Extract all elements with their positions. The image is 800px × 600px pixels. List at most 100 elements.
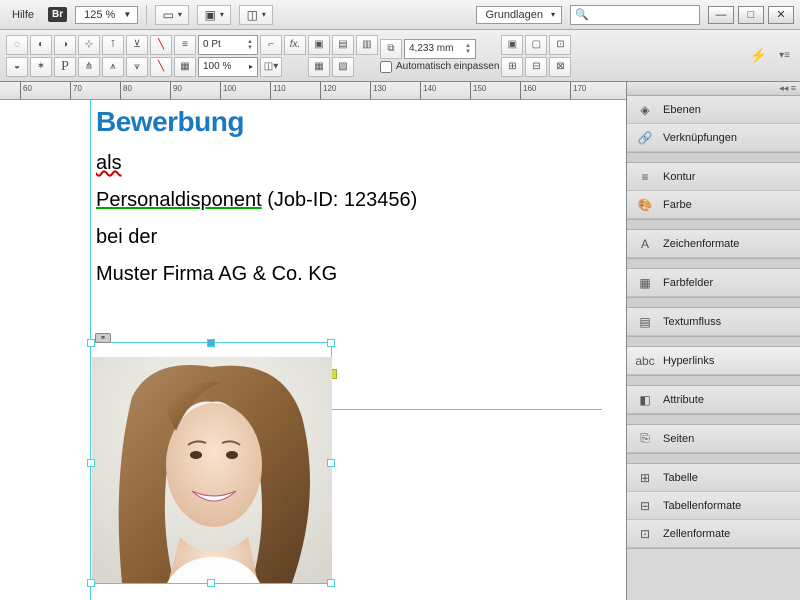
textwrap-icon[interactable]: ▦ [308, 57, 330, 77]
no-fill-icon[interactable]: ╲ [150, 35, 172, 55]
panel-spacer [627, 454, 800, 464]
doc-line: Personaldisponent (Job-ID: 123456) [96, 189, 620, 212]
panel-label: Hyperlinks [663, 355, 714, 367]
panel-label: Kontur [663, 171, 695, 183]
ruler-tick: 130 [370, 82, 386, 99]
align-icon[interactable]: ⊹ [78, 35, 100, 55]
quick-apply-icon[interactable]: ⚡ [750, 47, 773, 64]
align-icon[interactable]: ⋔ [78, 57, 100, 77]
stepper-icon: ▲▼ [465, 43, 471, 55]
inset-input[interactable]: 4,233 mm ▲▼ [404, 39, 476, 59]
panel-item-textumfluss[interactable]: ▤Textumfluss [627, 308, 800, 336]
arrange-dropdown[interactable]: ◫ [239, 5, 273, 25]
panel-icon: ⊡ [637, 526, 653, 542]
panel-dock-header[interactable]: ◂◂ ≡ [627, 82, 800, 96]
panel-spacer [627, 337, 800, 347]
tool-icon[interactable]: ◑ [54, 35, 76, 55]
toolbar-menu-icon[interactable]: ▾≡ [775, 50, 794, 61]
panel-item-seiten[interactable]: ⎘Seiten [627, 425, 800, 453]
panel-spacer [627, 298, 800, 308]
canvas-area[interactable]: 60708090100110120130140150160170 Bewerbu… [0, 82, 626, 600]
textwrap-icon[interactable]: ▧ [332, 57, 354, 77]
panel-item-attribute[interactable]: ◧Attribute [627, 386, 800, 414]
align-icon[interactable]: ⊻ [126, 35, 148, 55]
tool-icon[interactable]: ◒ [6, 57, 28, 77]
panel-item-verknüpfungen[interactable]: 🔗Verknüpfungen [627, 124, 800, 152]
resize-handle[interactable] [87, 339, 95, 347]
person-photo [92, 357, 332, 583]
ruler-tick: 150 [470, 82, 486, 99]
corner-icon[interactable]: ⌐ [260, 35, 282, 55]
zoom-dropdown[interactable]: 125 % ▼ [75, 6, 138, 24]
resize-handle[interactable] [327, 579, 335, 587]
close-button[interactable]: ✕ [768, 6, 794, 24]
panel-label: Textumfluss [663, 316, 721, 328]
fit-icon[interactable]: ⊞ [501, 57, 523, 77]
fx-icon[interactable]: fx. [284, 35, 306, 55]
no-stroke-icon[interactable]: ╲ [150, 57, 172, 77]
crop-icon[interactable]: ⧉ [380, 39, 402, 59]
view-options-dropdown[interactable]: ▭ [155, 5, 189, 25]
panel-item-ebenen[interactable]: ◈Ebenen [627, 96, 800, 124]
frame-extension-line [332, 409, 602, 410]
link-badge-icon: ⚭ [95, 333, 111, 343]
align-icon[interactable]: ⩛ [126, 57, 148, 77]
ruler-tick: 140 [420, 82, 436, 99]
fit-icon[interactable]: ▣ [501, 35, 523, 55]
workspace-dropdown[interactable]: Grundlagen ▾ [476, 6, 562, 24]
textwrap-icon[interactable]: ▥ [356, 35, 378, 55]
panel-item-zeichenformate[interactable]: AZeichenformate [627, 230, 800, 258]
textwrap-icon[interactable]: ▤ [332, 35, 354, 55]
align-icon[interactable]: ⩚ [102, 57, 124, 77]
screen-mode-dropdown[interactable]: ▣ [197, 5, 231, 25]
textwrap-icon[interactable]: ▣ [308, 35, 330, 55]
panel-icon: 🎨 [637, 197, 653, 213]
panel-spacer [627, 415, 800, 425]
fit-icon[interactable]: ⊟ [525, 57, 547, 77]
wrap-icon[interactable]: ◫▾ [260, 57, 282, 77]
panel-item-kontur[interactable]: ≡Kontur [627, 163, 800, 191]
panel-label: Verknüpfungen [663, 132, 737, 144]
panel-icon: ⊞ [637, 470, 653, 486]
paragraph-icon[interactable]: P [54, 57, 76, 77]
panel-icon: ▦ [637, 275, 653, 291]
stroke-weight-icon: ≡ [174, 35, 196, 55]
auto-fit-checkbox[interactable]: Automatisch einpassen [380, 61, 499, 73]
tool-icon[interactable]: ✶ [30, 57, 52, 77]
bridge-badge[interactable]: Br [48, 7, 67, 22]
panel-item-farbe[interactable]: 🎨 Farbe [627, 191, 800, 219]
search-icon: 🔍 [575, 8, 589, 21]
search-input[interactable]: 🔍 [570, 5, 700, 25]
opacity-input[interactable]: 100 % ▸ [198, 57, 258, 77]
panel-item-farbfelder[interactable]: ▦Farbfelder [627, 269, 800, 297]
tool-icon[interactable]: ◐ [30, 35, 52, 55]
resize-handle[interactable] [87, 459, 95, 467]
workspace-label: Grundlagen [485, 9, 543, 21]
ruler-tick: 100 [220, 82, 236, 99]
image-frame-selected[interactable]: ⚭ [90, 342, 332, 584]
ruler-tick: 170 [570, 82, 586, 99]
resize-handle[interactable] [327, 339, 335, 347]
resize-handle[interactable] [327, 459, 335, 467]
tool-icon[interactable]: ◌ [6, 35, 28, 55]
resize-handle[interactable] [207, 339, 215, 347]
doc-line: Muster Firma AG & Co. KG [96, 263, 620, 286]
doc-line: bei der [96, 226, 620, 249]
panel-item-tabelle[interactable]: ⊞ Tabelle [627, 464, 800, 492]
panel-label: Tabelle [663, 472, 698, 484]
menu-help[interactable]: Hilfe [6, 7, 40, 23]
stroke-weight-input[interactable]: 0 Pt ▲▼ [198, 35, 258, 55]
fit-icon[interactable]: ⊠ [549, 57, 571, 77]
panel-item-hyperlinks[interactable]: abcHyperlinks [627, 347, 800, 375]
resize-handle[interactable] [207, 579, 215, 587]
panel-item-tabellenformate[interactable]: ⊟Tabellenformate [627, 492, 800, 520]
resize-handle[interactable] [87, 579, 95, 587]
align-icon[interactable]: ⊺ [102, 35, 124, 55]
fit-icon[interactable]: ▢ [525, 35, 547, 55]
doc-line: als [96, 152, 620, 175]
fit-icon[interactable]: ⊡ [549, 35, 571, 55]
minimize-button[interactable]: — [708, 6, 734, 24]
maximize-button[interactable]: □ [738, 6, 764, 24]
panel-label: Farbe [663, 199, 692, 211]
panel-item-zellenformate[interactable]: ⊡Zellenformate [627, 520, 800, 548]
